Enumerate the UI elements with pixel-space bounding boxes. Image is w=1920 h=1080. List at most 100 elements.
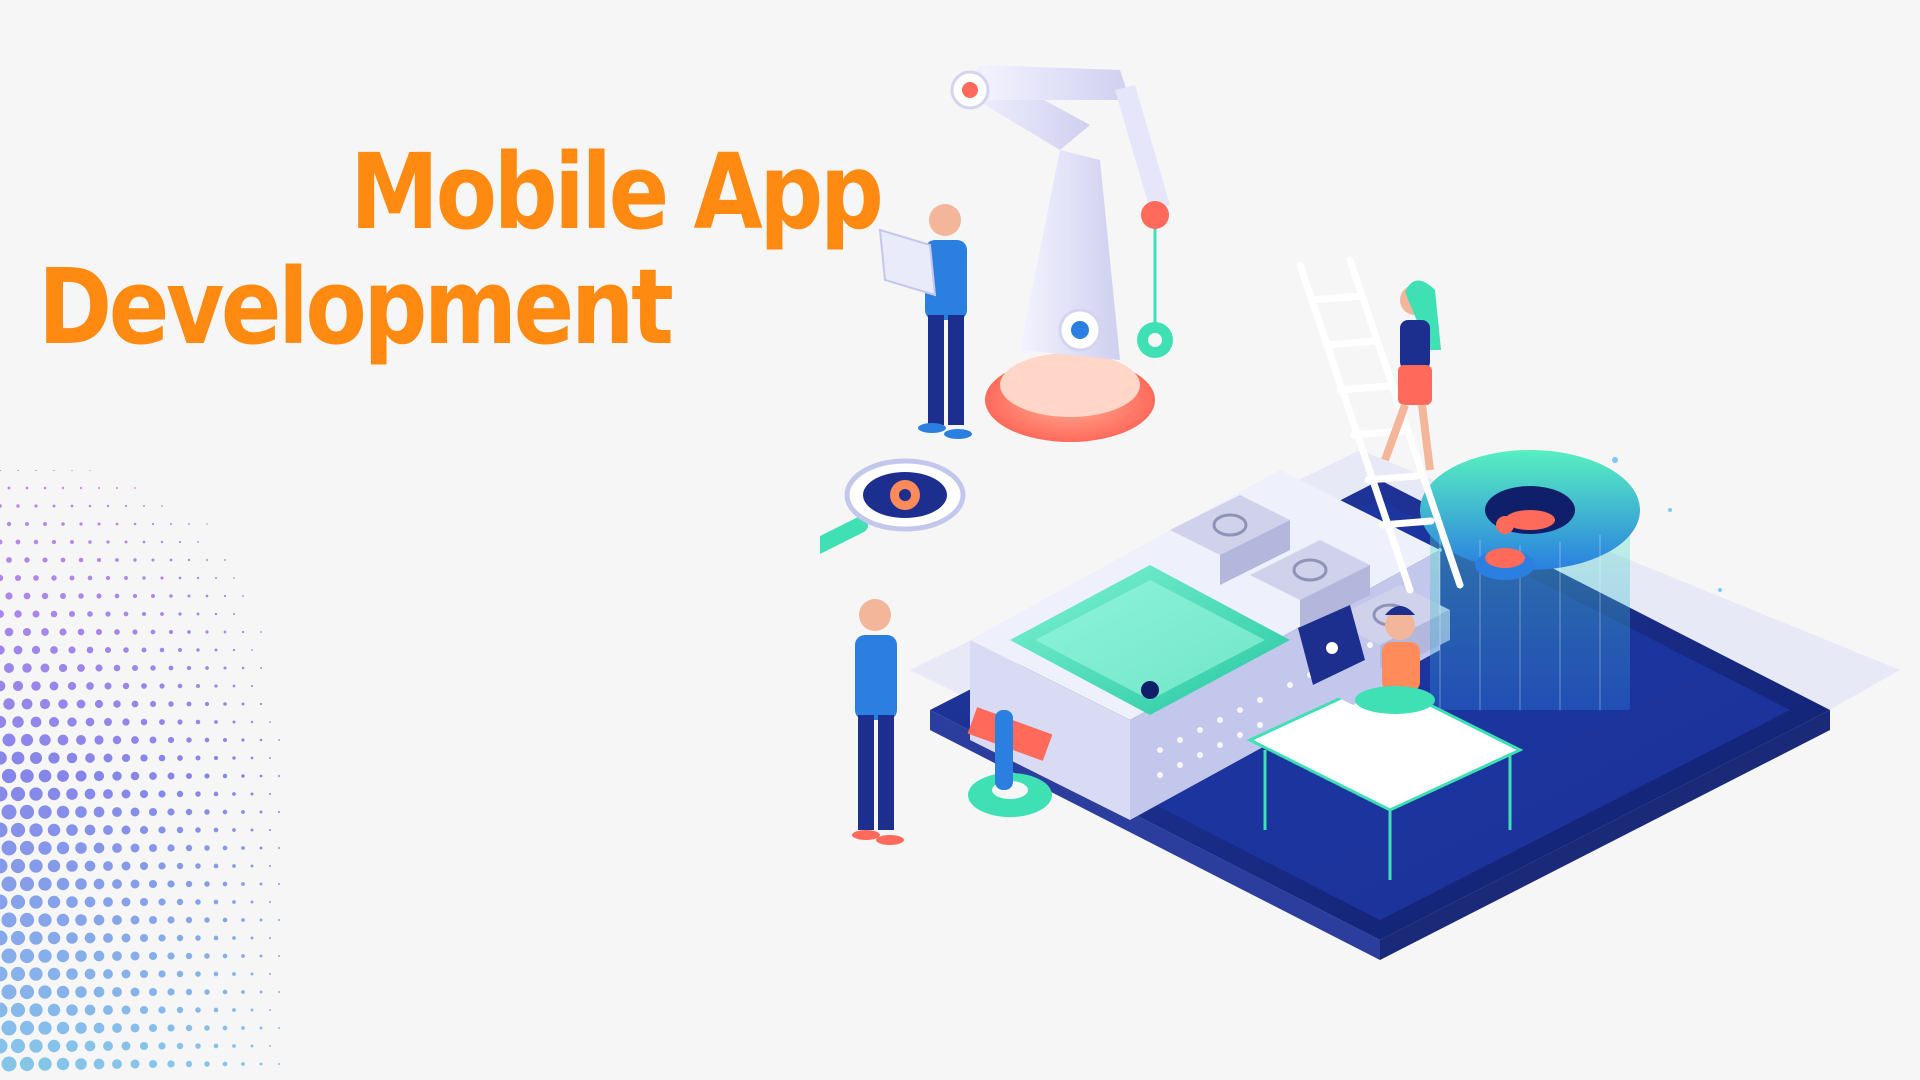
halftone-dot bbox=[96, 593, 102, 599]
halftone-dot bbox=[29, 1003, 43, 1017]
halftone-dot bbox=[29, 1039, 43, 1053]
halftone-dot bbox=[222, 953, 228, 959]
halftone-dot bbox=[41, 628, 49, 636]
halftone-dot bbox=[177, 683, 183, 689]
halftone-dot bbox=[241, 1026, 245, 1030]
halftone-dot bbox=[0, 930, 8, 946]
halftone-dot bbox=[222, 845, 228, 851]
halftone-dot bbox=[38, 1021, 52, 1035]
halftone-dot bbox=[185, 772, 193, 780]
halftone-dot bbox=[222, 773, 228, 779]
halftone-dot bbox=[32, 610, 40, 618]
halftone-dot bbox=[68, 610, 76, 618]
halftone-dot bbox=[22, 663, 32, 673]
halftone-dot bbox=[134, 487, 136, 489]
halftone-dot bbox=[40, 663, 50, 673]
halftone-dot bbox=[56, 841, 70, 855]
halftone-dot bbox=[133, 558, 137, 562]
halftone-dot bbox=[259, 702, 263, 706]
halftone-dot bbox=[139, 933, 149, 943]
halftone-dot bbox=[176, 934, 184, 942]
halftone-dot bbox=[56, 1021, 70, 1035]
halftone-dot bbox=[241, 774, 245, 778]
halftone-dot bbox=[176, 790, 184, 798]
halftone-dot bbox=[34, 504, 38, 508]
halftone-dot bbox=[268, 864, 272, 868]
halftone-dot bbox=[78, 557, 84, 563]
halftone-dot bbox=[213, 1043, 219, 1049]
halftone-dot bbox=[112, 879, 122, 889]
halftone-dot bbox=[122, 682, 130, 690]
halftone-dot bbox=[241, 954, 245, 958]
halftone-dot bbox=[29, 859, 43, 873]
halftone-dot bbox=[205, 666, 209, 670]
halftone-dot bbox=[75, 914, 87, 926]
halftone-dot bbox=[15, 539, 21, 545]
halftone-dot bbox=[121, 789, 131, 799]
halftone-dot bbox=[222, 1061, 228, 1067]
person-standing bbox=[852, 599, 904, 845]
halftone-dot bbox=[97, 486, 101, 490]
halftone-dot bbox=[278, 775, 280, 777]
halftone-dot bbox=[79, 522, 83, 526]
halftone-dot bbox=[48, 716, 60, 728]
halftone-dot bbox=[70, 540, 74, 544]
halftone-dot bbox=[38, 1057, 52, 1071]
halftone-dot bbox=[251, 649, 253, 651]
halftone-dot bbox=[130, 1023, 140, 1033]
magnifier-icon bbox=[820, 458, 966, 554]
halftone-dot bbox=[86, 646, 94, 654]
halftone-dot bbox=[1, 768, 17, 784]
halftone-dot bbox=[7, 486, 11, 490]
halftone-dot bbox=[1, 948, 17, 964]
halftone-dot bbox=[0, 680, 6, 692]
halftone-dot bbox=[93, 1022, 105, 1034]
halftone-dot bbox=[103, 861, 113, 871]
halftone-dot bbox=[131, 736, 139, 744]
halftone-dot bbox=[50, 610, 58, 618]
halftone-dot bbox=[268, 828, 272, 832]
halftone-dot bbox=[241, 702, 245, 706]
halftone-dot bbox=[75, 1058, 87, 1070]
halftone-dot bbox=[139, 825, 149, 835]
halftone-dot bbox=[148, 807, 158, 817]
halftone-dot bbox=[4, 627, 14, 637]
halftone-dot bbox=[185, 1024, 193, 1032]
halftone-dot bbox=[56, 805, 70, 819]
halftone-dot bbox=[140, 754, 148, 762]
halftone-dot bbox=[47, 787, 61, 801]
halftone-dot bbox=[195, 1007, 201, 1013]
halftone-dot bbox=[148, 951, 158, 961]
halftone-dot bbox=[79, 486, 83, 490]
halftone-dot bbox=[47, 823, 61, 837]
halftone-dot bbox=[168, 665, 174, 671]
halftone-dot bbox=[268, 1008, 272, 1012]
halftone-dot bbox=[114, 629, 120, 635]
halftone-dot bbox=[10, 930, 26, 946]
halftone-dot bbox=[130, 843, 140, 853]
halftone-dot bbox=[61, 486, 65, 490]
halftone-dot bbox=[16, 470, 20, 472]
halftone-dot bbox=[10, 894, 26, 910]
halftone-dot bbox=[42, 557, 48, 563]
halftone-dot bbox=[277, 1062, 281, 1066]
halftone-dot bbox=[242, 595, 244, 597]
halftone-dot bbox=[105, 575, 111, 581]
halftone-dot bbox=[31, 645, 41, 655]
halftone-dot bbox=[178, 576, 182, 580]
halftone-dot bbox=[148, 1059, 158, 1069]
halftone-dot bbox=[84, 896, 96, 908]
halftone-dot bbox=[105, 611, 111, 617]
halftone-dot bbox=[222, 1025, 228, 1031]
halftone-dot bbox=[233, 577, 235, 579]
halftone-dot bbox=[232, 972, 236, 976]
halftone-dot bbox=[50, 646, 58, 654]
halftone-dot bbox=[204, 917, 210, 923]
halftone-dot bbox=[250, 792, 254, 796]
halftone-dot bbox=[58, 699, 68, 709]
halftone-dot bbox=[232, 648, 236, 652]
halftone-dot bbox=[143, 505, 145, 507]
halftone-dot bbox=[205, 630, 209, 634]
halftone-dot bbox=[132, 629, 138, 635]
halftone-dot bbox=[232, 720, 236, 724]
